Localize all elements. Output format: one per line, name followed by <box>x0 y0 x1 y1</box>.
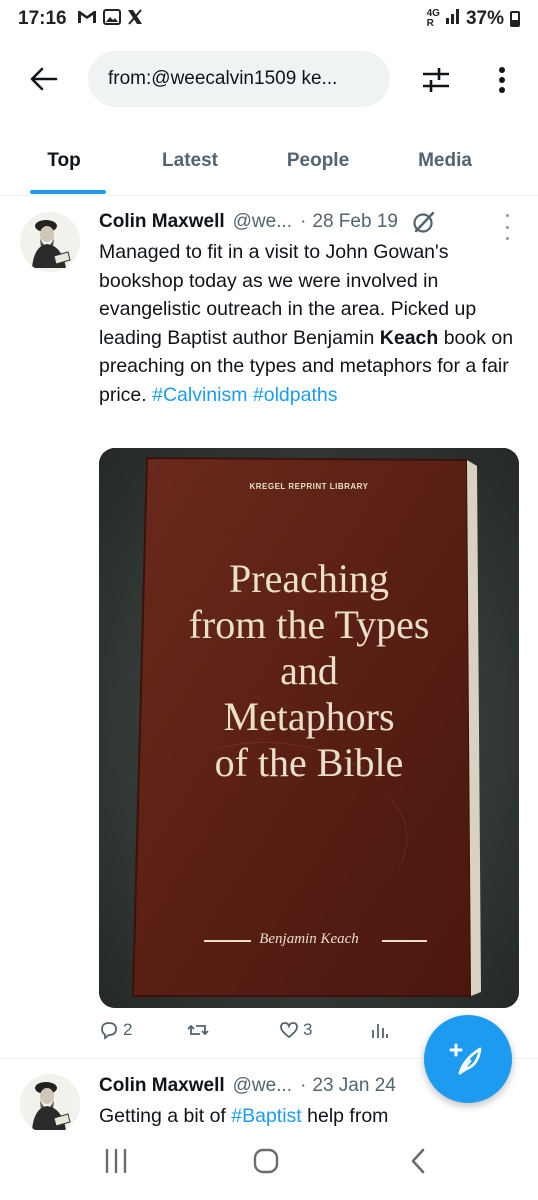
system-nav-bar <box>0 1130 538 1190</box>
author-handle[interactable]: @we... <box>233 1075 292 1097</box>
back-icon <box>411 1148 425 1174</box>
compose-button[interactable] <box>424 1015 512 1103</box>
home-button[interactable] <box>246 1144 286 1178</box>
separator-dot: · <box>300 1075 307 1096</box>
system-back-button[interactable] <box>398 1144 438 1178</box>
author-name[interactable]: Colin Maxwell <box>99 1075 225 1097</box>
tweet-text: Getting a bit of #Baptist help from <box>99 1105 389 1127</box>
avatar[interactable] <box>20 1074 80 1134</box>
home-icon <box>253 1148 279 1174</box>
tweet-header: Colin Maxwell @we... · 23 Jan 24 <box>99 1075 396 1097</box>
compose-feather-icon <box>449 1043 482 1075</box>
hashtag-link[interactable]: #Baptist <box>231 1105 301 1127</box>
recent-apps-icon <box>105 1148 127 1174</box>
tweet[interactable]: Colin Maxwell @we... · 23 Jan 24 Getting… <box>0 0 538 1134</box>
tweet-date[interactable]: 23 Jan 24 <box>312 1075 395 1097</box>
recent-apps-button[interactable] <box>96 1144 136 1178</box>
